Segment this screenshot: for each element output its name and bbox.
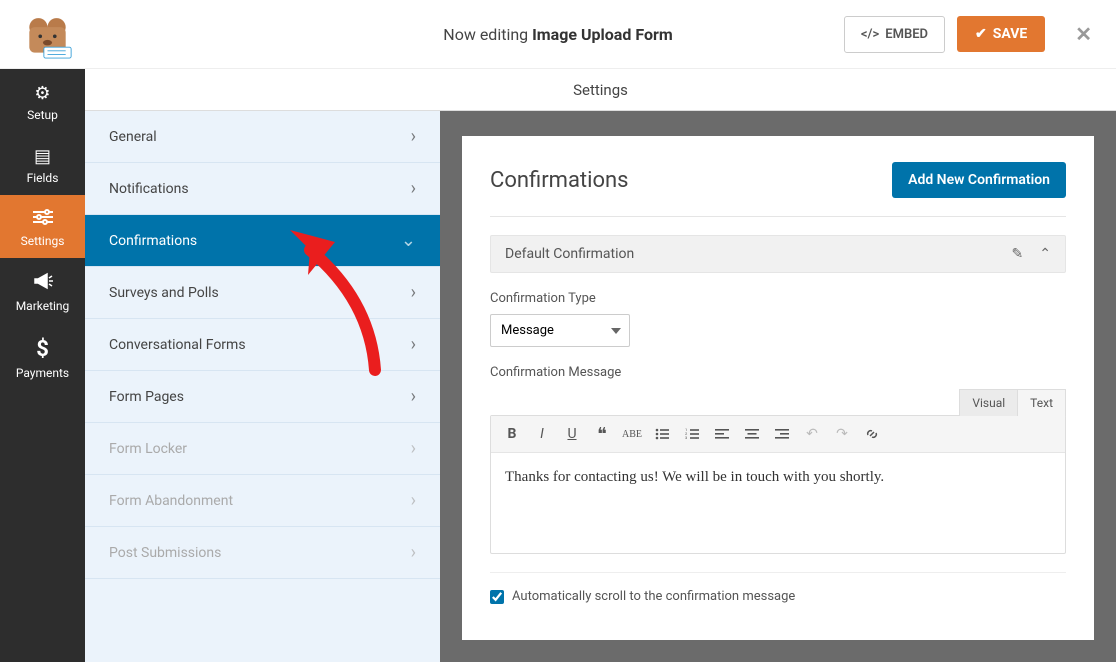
- rail-label: Payments: [16, 366, 69, 380]
- submenu-label: Post Submissions: [109, 545, 221, 561]
- chevron-right-icon: ›: [411, 438, 416, 459]
- embed-label: EMBED: [885, 27, 928, 42]
- tab-visual[interactable]: Visual: [959, 389, 1018, 416]
- dollar-icon: $: [4, 337, 81, 362]
- submenu-label: Form Pages: [109, 389, 184, 405]
- confirmation-type-group: Confirmation Type Message: [490, 291, 1066, 347]
- confirmation-message-group: Confirmation Message Visual Text B I U ❝…: [490, 365, 1066, 554]
- quote-icon[interactable]: ❝: [589, 422, 615, 446]
- megaphone-icon: [4, 272, 81, 295]
- rail-label: Setup: [27, 108, 58, 122]
- rail-item-settings[interactable]: Settings: [0, 195, 85, 258]
- confirmation-type-select[interactable]: Message: [490, 314, 630, 347]
- rich-editor: B I U ❝ ABE 123: [490, 415, 1066, 554]
- top-actions: </> EMBED ✔ SAVE ✕: [844, 16, 1096, 53]
- submenu-label: Form Abandonment: [109, 493, 233, 509]
- submenu-general[interactable]: General ›: [85, 111, 440, 163]
- chevron-right-icon: ›: [411, 490, 416, 511]
- left-rail: ⚙ Setup ▤ Fields Settings Marketing $ Pa…: [0, 69, 85, 662]
- message-label: Confirmation Message: [490, 365, 1066, 380]
- confirmation-block-header[interactable]: Default Confirmation ✎ ⌃: [490, 235, 1066, 273]
- save-button[interactable]: ✔ SAVE: [957, 16, 1045, 52]
- chevron-down-icon: ⌄: [401, 230, 416, 251]
- bullet-list-icon[interactable]: [649, 422, 675, 446]
- tab-text[interactable]: Text: [1017, 389, 1066, 416]
- rail-item-payments[interactable]: $ Payments: [0, 323, 85, 390]
- submenu-form-abandonment[interactable]: Form Abandonment ›: [85, 475, 440, 527]
- align-center-icon[interactable]: [739, 422, 765, 446]
- code-icon: </>: [861, 27, 879, 42]
- chevron-right-icon: ›: [411, 126, 416, 147]
- settings-submenu: General › Notifications › Confirmations …: [85, 69, 440, 662]
- strike-icon[interactable]: ABE: [619, 422, 645, 446]
- svg-text:3: 3: [685, 435, 687, 440]
- submenu-label: General: [109, 129, 157, 145]
- type-label: Confirmation Type: [490, 291, 1066, 306]
- collapse-icon[interactable]: ⌃: [1039, 246, 1051, 262]
- main-area: Confirmations Add New Confirmation Defau…: [440, 111, 1116, 662]
- number-list-icon[interactable]: 123: [679, 422, 705, 446]
- align-right-icon[interactable]: [769, 422, 795, 446]
- submenu-label: Confirmations: [109, 233, 197, 249]
- panel-header: Confirmations Add New Confirmation: [490, 162, 1066, 217]
- submenu-label: Notifications: [109, 181, 189, 197]
- rail-label: Settings: [21, 234, 65, 248]
- submenu-surveys[interactable]: Surveys and Polls ›: [85, 267, 440, 319]
- editor-body[interactable]: Thanks for contacting us! We will be in …: [491, 453, 1065, 553]
- edit-icon[interactable]: ✎: [1012, 246, 1024, 262]
- rail-item-marketing[interactable]: Marketing: [0, 258, 85, 323]
- underline-icon[interactable]: U: [559, 422, 585, 446]
- close-icon[interactable]: ✕: [1071, 18, 1096, 50]
- submenu-notifications[interactable]: Notifications ›: [85, 163, 440, 215]
- chevron-right-icon: ›: [411, 386, 416, 407]
- gear-icon: ⚙: [4, 83, 81, 104]
- check-icon: ✔: [975, 26, 987, 42]
- bold-icon[interactable]: B: [499, 422, 525, 446]
- editing-title: Now editing Image Upload Form: [443, 25, 672, 44]
- panel-title: Confirmations: [490, 168, 629, 193]
- block-title: Default Confirmation: [505, 246, 634, 262]
- italic-icon[interactable]: I: [529, 422, 555, 446]
- confirmation-block: Default Confirmation ✎ ⌃ Confirmation Ty…: [490, 235, 1066, 604]
- confirmations-panel: Confirmations Add New Confirmation Defau…: [462, 136, 1094, 640]
- top-bar: Now editing Image Upload Form </> EMBED …: [0, 0, 1116, 69]
- form-name: Image Upload Form: [532, 25, 673, 44]
- editor-tabs: Visual Text: [490, 389, 1066, 416]
- submenu-label: Form Locker: [109, 441, 187, 457]
- block-tools: ✎ ⌃: [1012, 246, 1051, 262]
- chevron-right-icon: ›: [411, 542, 416, 563]
- submenu-confirmations[interactable]: Confirmations ⌄: [85, 215, 440, 267]
- section-header: Settings: [85, 69, 1116, 111]
- submenu-conversational[interactable]: Conversational Forms ›: [85, 319, 440, 371]
- submenu-post-submissions[interactable]: Post Submissions ›: [85, 527, 440, 579]
- rail-label: Marketing: [16, 299, 70, 313]
- chevron-right-icon: ›: [411, 178, 416, 199]
- rail-item-setup[interactable]: ⚙ Setup: [0, 69, 85, 132]
- sliders-icon: [4, 209, 81, 230]
- wpforms-logo: [20, 9, 75, 59]
- chevron-right-icon: ›: [411, 334, 416, 355]
- auto-scroll-row[interactable]: Automatically scroll to the confirmation…: [490, 572, 1066, 604]
- chevron-right-icon: ›: [411, 282, 416, 303]
- redo-icon[interactable]: ↷: [829, 422, 855, 446]
- auto-scroll-label: Automatically scroll to the confirmation…: [512, 589, 795, 604]
- link-icon[interactable]: [859, 422, 885, 446]
- editing-prefix: Now editing: [443, 25, 528, 44]
- add-confirmation-button[interactable]: Add New Confirmation: [892, 162, 1066, 198]
- editor-toolbar: B I U ❝ ABE 123: [491, 416, 1065, 453]
- align-left-icon[interactable]: [709, 422, 735, 446]
- submenu-form-pages[interactable]: Form Pages ›: [85, 371, 440, 423]
- undo-icon[interactable]: ↶: [799, 422, 825, 446]
- auto-scroll-checkbox[interactable]: [490, 590, 504, 604]
- section-title: Settings: [573, 81, 628, 99]
- rail-label: Fields: [27, 171, 59, 185]
- list-icon: ▤: [4, 146, 81, 167]
- submenu-label: Surveys and Polls: [109, 285, 219, 301]
- submenu-form-locker[interactable]: Form Locker ›: [85, 423, 440, 475]
- embed-button[interactable]: </> EMBED: [844, 16, 945, 53]
- submenu-label: Conversational Forms: [109, 337, 246, 353]
- rail-item-fields[interactable]: ▤ Fields: [0, 132, 85, 195]
- save-label: SAVE: [993, 26, 1028, 42]
